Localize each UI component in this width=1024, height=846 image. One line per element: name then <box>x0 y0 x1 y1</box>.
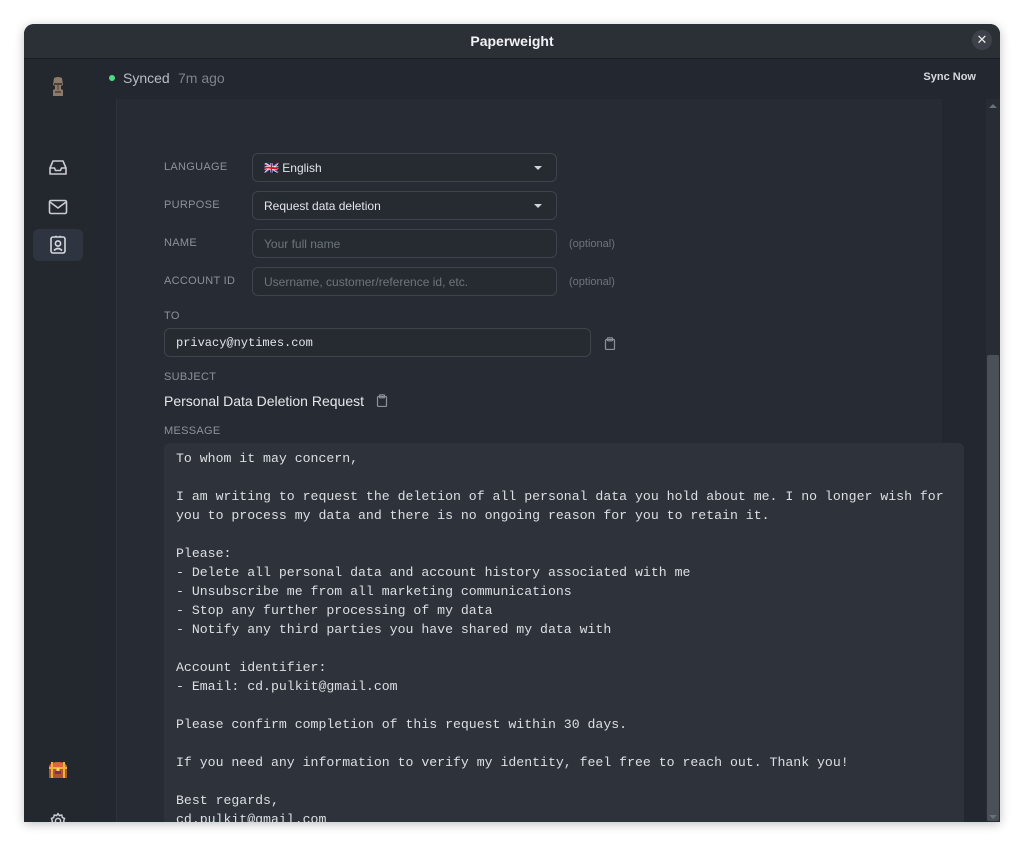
account-id-placeholder: Username, customer/reference id, etc. <box>264 275 469 289</box>
message-line: - Email: cd.pulkit@gmail.com <box>176 679 398 694</box>
message-line: - Delete all personal data and account h… <box>176 565 691 580</box>
moai-logo-icon <box>33 71 83 103</box>
main-content: Synced 7m ago Sync Now LANGUAGE 🇬🇧 Engli… <box>92 59 1000 822</box>
message-line: Account identifier: <box>176 660 327 675</box>
window-title: Paperweight <box>470 33 554 49</box>
subject-label: SUBJECT <box>164 371 217 383</box>
mail-icon[interactable] <box>33 191 83 223</box>
title-bar: Paperweight ✕ <box>24 24 1000 59</box>
language-value: 🇬🇧 English <box>264 161 322 175</box>
sync-time: 7m ago <box>178 70 225 86</box>
language-label: LANGUAGE <box>164 161 228 173</box>
chevron-down-icon <box>534 166 542 170</box>
message-line: - Stop any further processing of my data <box>176 603 493 618</box>
contact-card-icon[interactable] <box>33 229 83 261</box>
scrollbar-thumb[interactable] <box>987 355 999 821</box>
message-textarea[interactable]: To whom it may concern, I am writing to … <box>164 443 964 822</box>
message-line: I am writing to request the deletion of … <box>176 489 944 504</box>
sidebar <box>24 59 92 822</box>
to-label: TO <box>164 310 180 322</box>
language-select[interactable]: 🇬🇧 English <box>252 153 557 182</box>
sync-now-button[interactable]: Sync Now <box>923 71 976 83</box>
message-label: MESSAGE <box>164 425 221 437</box>
subject-value: Personal Data Deletion Request <box>164 393 365 409</box>
request-form: LANGUAGE 🇬🇧 English PURPOSE Request data… <box>116 99 964 822</box>
app-window: Paperweight ✕ Synced 7m ago Sync Now LAN… <box>24 24 1000 822</box>
sync-status-dot-icon <box>109 75 115 81</box>
sync-status: Synced <box>123 70 170 86</box>
account-id-label: ACCOUNT ID <box>164 275 236 287</box>
name-placeholder: Your full name <box>264 237 341 251</box>
to-field[interactable]: privacy@nytimes.com <box>164 328 591 357</box>
gear-icon[interactable] <box>33 805 83 822</box>
name-field[interactable]: Your full name <box>252 229 557 258</box>
chevron-down-icon <box>534 204 542 208</box>
scroll-down-arrow-icon[interactable] <box>989 815 997 819</box>
message-line: Please confirm completion of this reques… <box>176 717 628 732</box>
message-line: Best regards, <box>176 793 279 808</box>
message-line: cd.pulkit@gmail.com <box>176 812 327 822</box>
purpose-label: PURPOSE <box>164 199 220 211</box>
inbox-icon[interactable] <box>33 152 83 184</box>
scroll-up-arrow-icon[interactable] <box>989 104 997 108</box>
message-line: - Unsubscribe me from all marketing comm… <box>176 584 572 599</box>
close-button[interactable]: ✕ <box>972 30 992 50</box>
account-id-field[interactable]: Username, customer/reference id, etc. <box>252 267 557 296</box>
message-line: you to process my data and there is no o… <box>176 508 770 523</box>
message-line: - Notify any third parties you have shar… <box>176 622 612 637</box>
clipboard-icon[interactable] <box>604 337 616 350</box>
name-optional-hint: (optional) <box>569 238 615 250</box>
to-value: privacy@nytimes.com <box>176 336 313 350</box>
account-id-optional-hint: (optional) <box>569 276 615 288</box>
name-label: NAME <box>164 237 197 249</box>
purpose-value: Request data deletion <box>264 199 381 213</box>
message-line: To whom it may concern, <box>176 451 359 466</box>
treasure-chest-icon[interactable] <box>33 754 83 786</box>
message-line: Please: <box>176 546 232 561</box>
message-line: If you need any information to verify my… <box>176 755 849 770</box>
clipboard-icon[interactable] <box>376 394 388 407</box>
purpose-select[interactable]: Request data deletion <box>252 191 557 220</box>
sync-bar: Synced 7m ago Sync Now <box>92 59 1000 95</box>
